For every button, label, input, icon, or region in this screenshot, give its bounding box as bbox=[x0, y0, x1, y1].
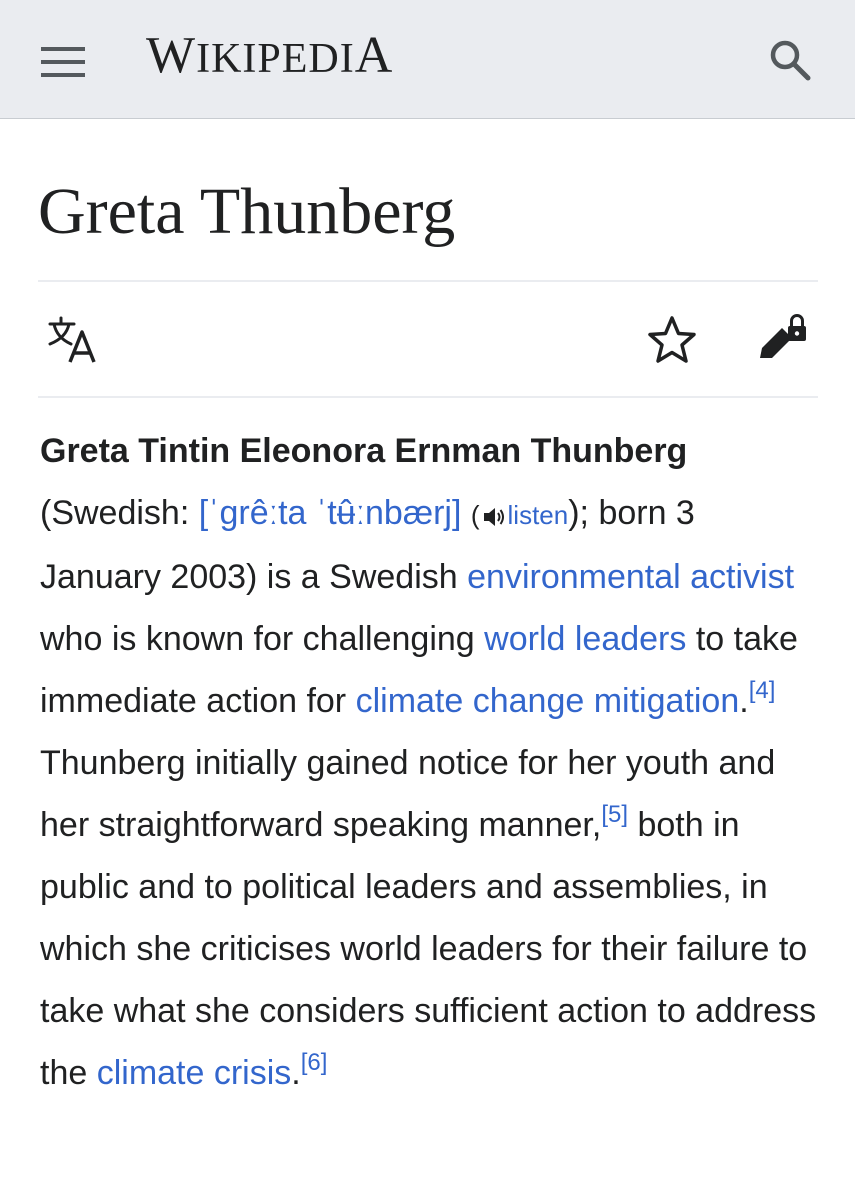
star-icon bbox=[648, 316, 696, 363]
page-title: Greta Thunberg bbox=[38, 175, 456, 248]
reference-6[interactable]: [6] bbox=[301, 1049, 328, 1076]
wordmark-middle: IKIPEDI bbox=[196, 36, 355, 82]
text-swedish-intro: (Swedish: bbox=[40, 494, 199, 532]
text-period-2: . bbox=[291, 1054, 301, 1092]
wordmark-initial: W bbox=[146, 27, 197, 84]
link-climate-change-mitigation[interactable]: climate change mitigation bbox=[356, 682, 740, 720]
actions-divider bbox=[38, 396, 818, 398]
link-world-leaders[interactable]: world leaders bbox=[484, 620, 686, 658]
reference-5[interactable]: [5] bbox=[601, 801, 628, 828]
watch-star-button[interactable] bbox=[642, 310, 702, 370]
text-space bbox=[461, 494, 470, 532]
edit-locked-icon bbox=[760, 314, 806, 358]
audio-listen-wrap: ( listen bbox=[471, 500, 568, 530]
text-known-for: who is known for challenging bbox=[40, 620, 485, 658]
link-climate-crisis[interactable]: climate crisis bbox=[97, 1054, 292, 1092]
wordmark-final: A bbox=[354, 27, 394, 84]
audio-open-paren: ( bbox=[470, 500, 480, 530]
audio-close-paren: ) bbox=[568, 494, 580, 532]
search-button[interactable] bbox=[758, 28, 822, 88]
text-public-and-leaders: both in public and to political leaders … bbox=[40, 806, 817, 1092]
edit-button[interactable] bbox=[752, 308, 812, 368]
app-header: WIKIPEDIA bbox=[0, 0, 855, 119]
hamburger-menu-icon bbox=[41, 47, 85, 77]
speaker-icon[interactable] bbox=[482, 506, 506, 528]
title-divider bbox=[38, 280, 818, 282]
listen-link[interactable]: listen bbox=[508, 500, 569, 530]
ipa-pronunciation-link[interactable]: [ˈɡrêːta ˈtʉ̂ːnbærj] bbox=[199, 494, 462, 532]
reference-4[interactable]: [4] bbox=[749, 677, 776, 704]
language-icon bbox=[48, 316, 96, 363]
subject-full-name: Greta Tintin Eleonora Ernman Thunberg bbox=[40, 432, 688, 470]
main-menu-button[interactable] bbox=[30, 30, 94, 90]
search-icon bbox=[770, 40, 811, 81]
link-environmental-activist[interactable]: environmental activist bbox=[467, 558, 794, 596]
wikipedia-wordmark[interactable]: WIKIPEDIA bbox=[146, 26, 393, 86]
language-button[interactable] bbox=[44, 312, 104, 372]
lead-paragraph: Greta Tintin Eleonora Ernman Thunberg (S… bbox=[40, 420, 818, 1104]
text-period-1: . bbox=[739, 682, 749, 720]
